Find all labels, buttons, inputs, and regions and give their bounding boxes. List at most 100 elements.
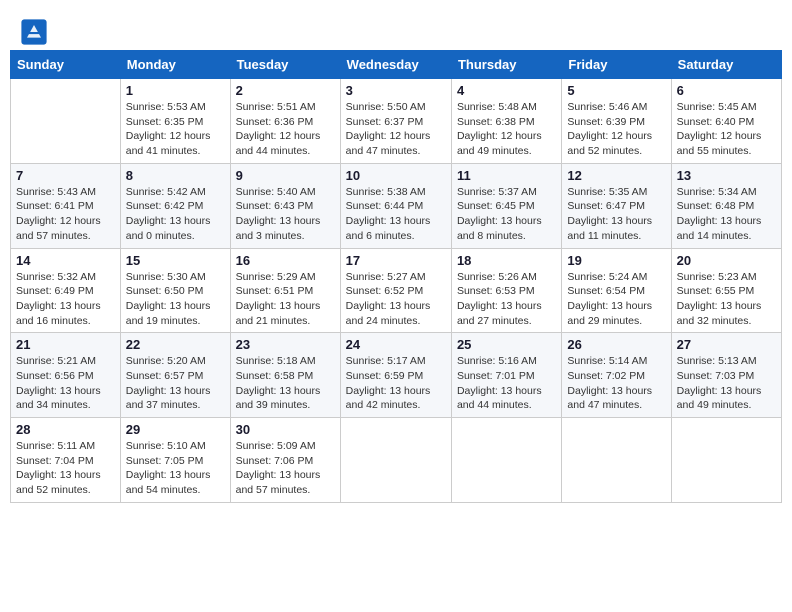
day-cell: 8 Sunrise: 5:42 AM Sunset: 6:42 PM Daylig… [120,163,230,248]
day-cell: 10Sunrise: 5:38 AM Sunset: 6:44 PM Dayli… [340,163,451,248]
day-cell: 25 Sunrise: 5:16 AM Sunset: 7:01 PM Dayli… [451,333,561,418]
day-cell: 3 Sunrise: 5:50 AM Sunset: 6:37 PM Daylig… [340,79,451,164]
day-cell: 4Sunrise: 5:48 AM Sunset: 6:38 PM Daylig… [451,79,561,164]
day-number: 25 [457,337,556,352]
day-number: 27 [677,337,776,352]
day-cell: 2 Sunrise: 5:51 AM Sunset: 6:36 PM Daylig… [230,79,340,164]
day-cell: 16 Sunrise: 5:29 AM Sunset: 6:51 PM Dayli… [230,248,340,333]
day-number: 7 [16,168,115,183]
day-info: Sunrise: 5:29 AM Sunset: 6:51 PM Dayligh… [236,270,335,329]
day-cell: 11 Sunrise: 5:37 AM Sunset: 6:45 PM Dayli… [451,163,561,248]
day-cell: 19Sunrise: 5:24 AM Sunset: 6:54 PM Dayli… [562,248,671,333]
day-cell: 14 Sunrise: 5:32 AM Sunset: 6:49 PM Dayli… [11,248,121,333]
day-cell: 15 Sunrise: 5:30 AM Sunset: 6:50 PM Dayli… [120,248,230,333]
day-number: 11 [457,168,556,183]
day-info: Sunrise: 5:46 AM Sunset: 6:39 PM Dayligh… [567,100,665,159]
day-info: Sunrise: 5:13 AM Sunset: 7:03 PM Dayligh… [677,354,776,413]
calendar-table: SundayMondayTuesdayWednesdayThursdayFrid… [10,50,782,503]
day-info: Sunrise: 5:34 AM Sunset: 6:48 PM Dayligh… [677,185,776,244]
day-number: 1 [126,83,225,98]
week-row-4: 21 Sunrise: 5:21 AM Sunset: 6:56 PM Dayli… [11,333,782,418]
day-cell: 29 Sunrise: 5:10 AM Sunset: 7:05 PM Dayli… [120,418,230,503]
day-number: 30 [236,422,335,437]
day-cell: 9 Sunrise: 5:40 AM Sunset: 6:43 PM Daylig… [230,163,340,248]
day-cell: 17 Sunrise: 5:27 AM Sunset: 6:52 PM Dayli… [340,248,451,333]
day-cell [562,418,671,503]
day-cell: 26 Sunrise: 5:14 AM Sunset: 7:02 PM Dayli… [562,333,671,418]
day-info: Sunrise: 5:38 AM Sunset: 6:44 PM Dayligh… [346,185,446,244]
day-cell: 21 Sunrise: 5:21 AM Sunset: 6:56 PM Dayli… [11,333,121,418]
day-number: 15 [126,253,225,268]
day-number: 23 [236,337,335,352]
day-number: 16 [236,253,335,268]
page-header [10,10,782,50]
day-info: Sunrise: 5:21 AM Sunset: 6:56 PM Dayligh… [16,354,115,413]
day-header-saturday: Saturday [671,51,781,79]
day-info: Sunrise: 5:42 AM Sunset: 6:42 PM Dayligh… [126,185,225,244]
day-info: Sunrise: 5:32 AM Sunset: 6:49 PM Dayligh… [16,270,115,329]
day-cell: 23Sunrise: 5:18 AM Sunset: 6:58 PM Dayli… [230,333,340,418]
day-info: Sunrise: 5:14 AM Sunset: 7:02 PM Dayligh… [567,354,665,413]
day-info: Sunrise: 5:40 AM Sunset: 6:43 PM Dayligh… [236,185,335,244]
logo [20,18,52,46]
day-number: 21 [16,337,115,352]
day-cell: 5 Sunrise: 5:46 AM Sunset: 6:39 PM Daylig… [562,79,671,164]
day-cell: 6 Sunrise: 5:45 AM Sunset: 6:40 PM Daylig… [671,79,781,164]
day-number: 13 [677,168,776,183]
day-info: Sunrise: 5:17 AM Sunset: 6:59 PM Dayligh… [346,354,446,413]
day-number: 14 [16,253,115,268]
day-info: Sunrise: 5:11 AM Sunset: 7:04 PM Dayligh… [16,439,115,498]
day-number: 4 [457,83,556,98]
day-info: Sunrise: 5:51 AM Sunset: 6:36 PM Dayligh… [236,100,335,159]
day-cell [11,79,121,164]
day-number: 2 [236,83,335,98]
day-number: 24 [346,337,446,352]
day-info: Sunrise: 5:26 AM Sunset: 6:53 PM Dayligh… [457,270,556,329]
day-number: 18 [457,253,556,268]
day-number: 22 [126,337,225,352]
day-number: 8 [126,168,225,183]
day-info: Sunrise: 5:45 AM Sunset: 6:40 PM Dayligh… [677,100,776,159]
day-cell: 1 Sunrise: 5:53 AM Sunset: 6:35 PM Daylig… [120,79,230,164]
day-number: 6 [677,83,776,98]
day-info: Sunrise: 5:23 AM Sunset: 6:55 PM Dayligh… [677,270,776,329]
day-header-sunday: Sunday [11,51,121,79]
day-info: Sunrise: 5:30 AM Sunset: 6:50 PM Dayligh… [126,270,225,329]
day-info: Sunrise: 5:27 AM Sunset: 6:52 PM Dayligh… [346,270,446,329]
day-cell: 24 Sunrise: 5:17 AM Sunset: 6:59 PM Dayli… [340,333,451,418]
day-info: Sunrise: 5:20 AM Sunset: 6:57 PM Dayligh… [126,354,225,413]
day-cell [671,418,781,503]
day-number: 29 [126,422,225,437]
day-info: Sunrise: 5:35 AM Sunset: 6:47 PM Dayligh… [567,185,665,244]
day-cell: 7 Sunrise: 5:43 AM Sunset: 6:41 PM Daylig… [11,163,121,248]
day-info: Sunrise: 5:09 AM Sunset: 7:06 PM Dayligh… [236,439,335,498]
day-cell: 30 Sunrise: 5:09 AM Sunset: 7:06 PM Dayli… [230,418,340,503]
day-cell [340,418,451,503]
day-info: Sunrise: 5:53 AM Sunset: 6:35 PM Dayligh… [126,100,225,159]
day-number: 3 [346,83,446,98]
day-cell [451,418,561,503]
day-number: 17 [346,253,446,268]
day-header-friday: Friday [562,51,671,79]
week-row-1: 1 Sunrise: 5:53 AM Sunset: 6:35 PM Daylig… [11,79,782,164]
week-row-3: 14 Sunrise: 5:32 AM Sunset: 6:49 PM Dayli… [11,248,782,333]
day-header-thursday: Thursday [451,51,561,79]
day-header-monday: Monday [120,51,230,79]
day-header-tuesday: Tuesday [230,51,340,79]
day-info: Sunrise: 5:43 AM Sunset: 6:41 PM Dayligh… [16,185,115,244]
day-number: 20 [677,253,776,268]
day-info: Sunrise: 5:16 AM Sunset: 7:01 PM Dayligh… [457,354,556,413]
day-header-wednesday: Wednesday [340,51,451,79]
day-info: Sunrise: 5:24 AM Sunset: 6:54 PM Dayligh… [567,270,665,329]
day-cell: 27 Sunrise: 5:13 AM Sunset: 7:03 PM Dayli… [671,333,781,418]
day-cell: 22 Sunrise: 5:20 AM Sunset: 6:57 PM Dayli… [120,333,230,418]
day-number: 5 [567,83,665,98]
day-number: 9 [236,168,335,183]
week-row-5: 28Sunrise: 5:11 AM Sunset: 7:04 PM Dayli… [11,418,782,503]
day-cell: 20 Sunrise: 5:23 AM Sunset: 6:55 PM Dayli… [671,248,781,333]
day-number: 26 [567,337,665,352]
day-info: Sunrise: 5:10 AM Sunset: 7:05 PM Dayligh… [126,439,225,498]
day-cell: 18 Sunrise: 5:26 AM Sunset: 6:53 PM Dayli… [451,248,561,333]
day-info: Sunrise: 5:50 AM Sunset: 6:37 PM Dayligh… [346,100,446,159]
day-info: Sunrise: 5:37 AM Sunset: 6:45 PM Dayligh… [457,185,556,244]
